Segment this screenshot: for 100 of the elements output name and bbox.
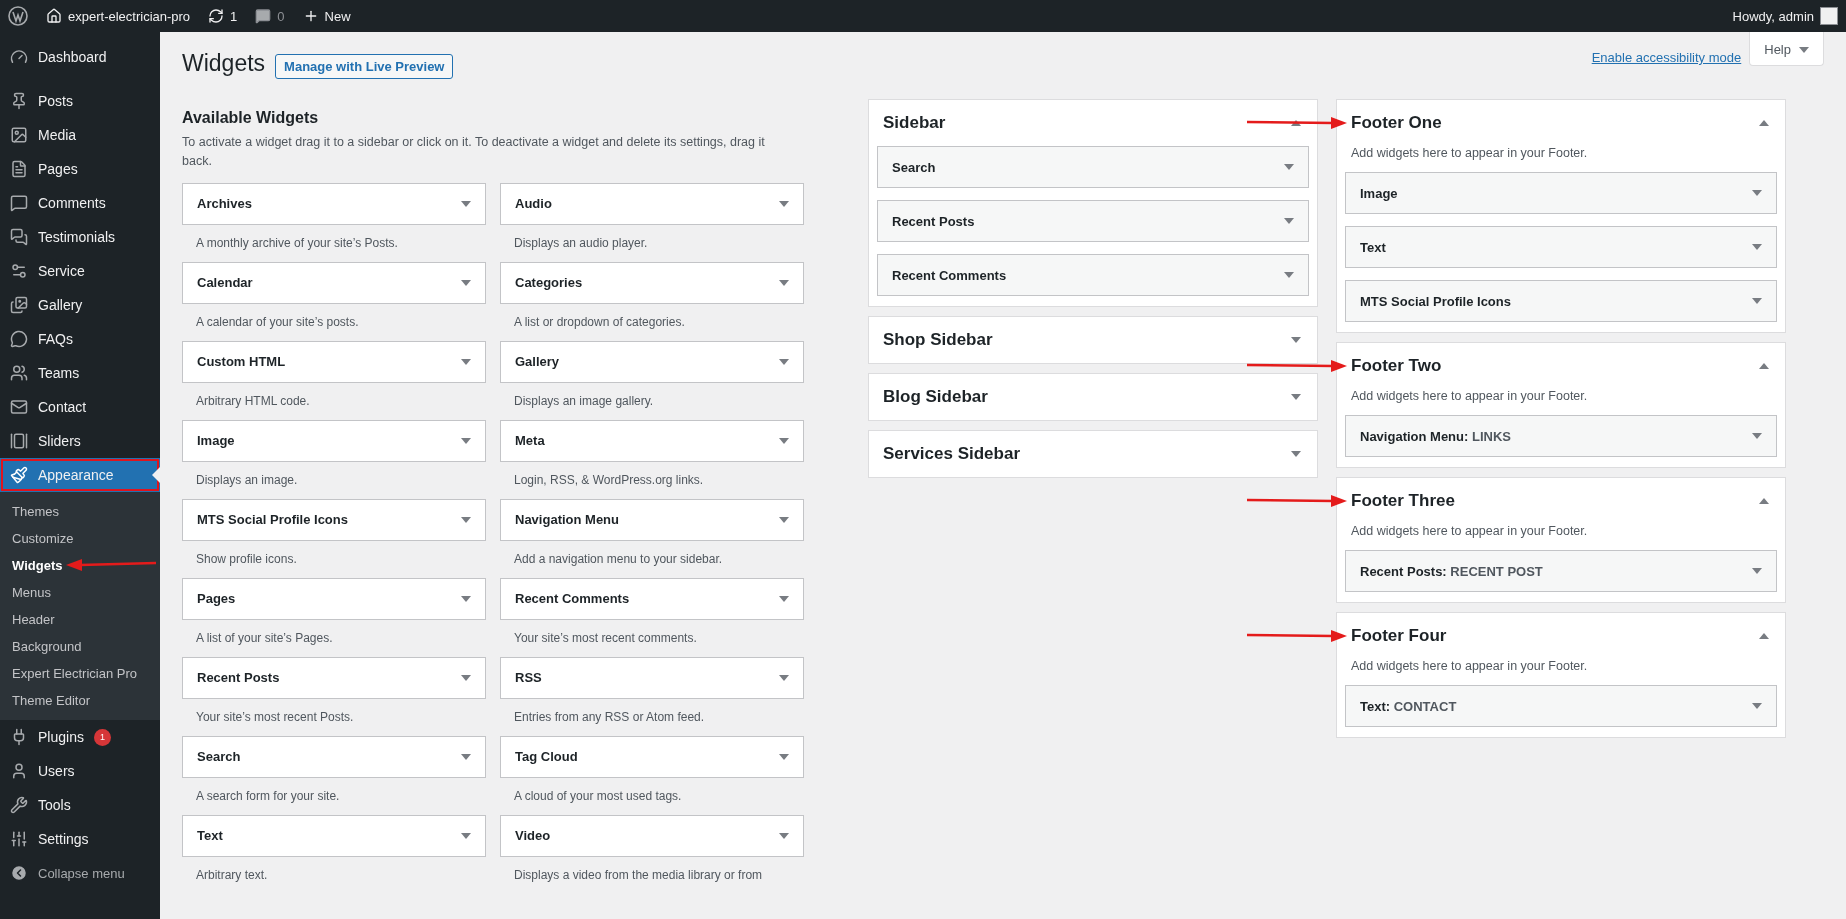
caret-icon[interactable] xyxy=(1752,433,1762,439)
widget-item[interactable]: Categories xyxy=(500,261,804,304)
widget-item[interactable]: Image xyxy=(1345,172,1777,214)
caret-icon[interactable] xyxy=(779,200,789,207)
caret-icon[interactable] xyxy=(779,753,789,760)
widget-area-title[interactable]: Footer Two xyxy=(1351,356,1442,376)
menu-item[interactable]: FAQs xyxy=(0,322,160,356)
caret-icon[interactable] xyxy=(461,358,471,365)
submenu-item[interactable]: Expert Electrician Pro xyxy=(0,660,160,687)
submenu-item[interactable]: Widgets xyxy=(0,552,160,579)
widget-area-title[interactable]: Sidebar xyxy=(883,113,946,133)
widget-item[interactable]: Navigation Menu xyxy=(500,498,804,541)
caret-icon[interactable] xyxy=(1759,120,1769,126)
caret-icon[interactable] xyxy=(461,832,471,839)
widget-area-title[interactable]: Footer Four xyxy=(1351,626,1447,646)
caret-icon[interactable] xyxy=(1752,703,1762,709)
widget-item[interactable]: MTS Social Profile Icons xyxy=(182,498,486,541)
widget-area-title[interactable]: Footer Three xyxy=(1351,491,1455,511)
widget-item[interactable]: Recent Comments xyxy=(500,577,804,620)
wordpress-logo-icon[interactable] xyxy=(8,6,28,26)
comments-link[interactable]: 0 xyxy=(255,8,285,24)
widget-item[interactable]: Calendar xyxy=(182,261,486,304)
submenu-item[interactable]: Themes xyxy=(0,498,160,525)
widget-item[interactable]: Text xyxy=(1345,226,1777,268)
caret-icon[interactable] xyxy=(461,595,471,602)
submenu-item[interactable]: Menus xyxy=(0,579,160,606)
caret-icon[interactable] xyxy=(461,753,471,760)
caret-icon[interactable] xyxy=(779,358,789,365)
menu-item[interactable]: Users xyxy=(0,754,160,788)
widget-item[interactable]: MTS Social Profile Icons xyxy=(1345,280,1777,322)
menu-item[interactable]: Plugins 1 xyxy=(0,720,160,754)
caret-icon[interactable] xyxy=(461,200,471,207)
caret-icon[interactable] xyxy=(1284,164,1294,170)
accessibility-mode-link[interactable]: Enable accessibility mode xyxy=(1591,50,1742,65)
menu-item[interactable]: Posts xyxy=(0,84,160,118)
widget-item[interactable]: Search xyxy=(182,735,486,778)
caret-icon[interactable] xyxy=(461,437,471,444)
caret-icon[interactable] xyxy=(779,832,789,839)
live-preview-button[interactable]: Manage with Live Preview xyxy=(275,54,454,79)
account-menu[interactable]: Howdy, admin xyxy=(1732,7,1838,25)
widget-item[interactable]: Image xyxy=(182,419,486,462)
widget-item[interactable]: Text xyxy=(182,814,486,857)
widget-area-title[interactable]: Shop Sidebar xyxy=(883,330,993,350)
updates-link[interactable]: 1 xyxy=(208,8,238,24)
widget-item[interactable]: Recent Posts xyxy=(877,200,1309,242)
widget-item[interactable]: Archives xyxy=(182,182,486,225)
menu-item[interactable]: Service xyxy=(0,254,160,288)
caret-icon[interactable] xyxy=(779,674,789,681)
menu-item[interactable]: Sliders xyxy=(0,424,160,458)
submenu-item[interactable]: Background xyxy=(0,633,160,660)
site-link[interactable]: expert-electrician-pro xyxy=(46,8,191,24)
widget-item[interactable]: Video xyxy=(500,814,804,857)
widget-item[interactable]: Text: CONTACT xyxy=(1345,685,1777,727)
widget-item[interactable]: Audio xyxy=(500,182,804,225)
caret-icon[interactable] xyxy=(779,595,789,602)
widget-area-title[interactable]: Footer One xyxy=(1351,113,1442,133)
submenu-item[interactable]: Customize xyxy=(0,525,160,552)
caret-icon[interactable] xyxy=(461,674,471,681)
menu-item[interactable]: Media xyxy=(0,118,160,152)
caret-icon[interactable] xyxy=(1752,568,1762,574)
widget-item[interactable]: Recent Posts: RECENT POST xyxy=(1345,550,1777,592)
widget-item[interactable]: Custom HTML xyxy=(182,340,486,383)
widget-item[interactable]: Pages xyxy=(182,577,486,620)
menu-item[interactable]: Teams xyxy=(0,356,160,390)
caret-icon[interactable] xyxy=(1759,363,1769,369)
caret-icon[interactable] xyxy=(1291,394,1301,400)
menu-item[interactable]: Appearance xyxy=(0,458,160,492)
widget-item[interactable]: Tag Cloud xyxy=(500,735,804,778)
caret-icon[interactable] xyxy=(1284,272,1294,278)
caret-icon[interactable] xyxy=(461,516,471,523)
menu-item[interactable]: Gallery xyxy=(0,288,160,322)
caret-icon[interactable] xyxy=(1291,451,1301,457)
menu-item[interactable]: Contact xyxy=(0,390,160,424)
caret-icon[interactable] xyxy=(1752,190,1762,196)
caret-icon[interactable] xyxy=(1752,244,1762,250)
caret-icon[interactable] xyxy=(1752,298,1762,304)
caret-icon[interactable] xyxy=(1759,498,1769,504)
caret-icon[interactable] xyxy=(779,516,789,523)
widget-area-title[interactable]: Services Sidebar xyxy=(883,444,1021,464)
menu-item[interactable]: Comments xyxy=(0,186,160,220)
caret-icon[interactable] xyxy=(779,279,789,286)
widget-area-title[interactable]: Blog Sidebar xyxy=(883,387,988,407)
collapse-menu-button[interactable]: Collapse menu xyxy=(0,856,160,890)
widget-item[interactable]: Gallery xyxy=(500,340,804,383)
widget-item[interactable]: Meta xyxy=(500,419,804,462)
widget-item[interactable]: Recent Posts xyxy=(182,656,486,699)
menu-item[interactable]: Dashboard xyxy=(0,40,160,74)
menu-item[interactable]: Tools xyxy=(0,788,160,822)
menu-item[interactable]: Settings xyxy=(0,822,160,856)
caret-icon[interactable] xyxy=(1284,218,1294,224)
caret-icon[interactable] xyxy=(1291,337,1301,343)
help-button[interactable]: Help xyxy=(1749,32,1824,66)
widget-item[interactable]: Recent Comments xyxy=(877,254,1309,296)
widget-item[interactable]: Search xyxy=(877,146,1309,188)
widget-item[interactable]: RSS xyxy=(500,656,804,699)
menu-item[interactable]: Testimonials xyxy=(0,220,160,254)
menu-item[interactable]: Pages xyxy=(0,152,160,186)
new-link[interactable]: New xyxy=(302,8,351,24)
caret-icon[interactable] xyxy=(779,437,789,444)
submenu-item[interactable]: Header xyxy=(0,606,160,633)
